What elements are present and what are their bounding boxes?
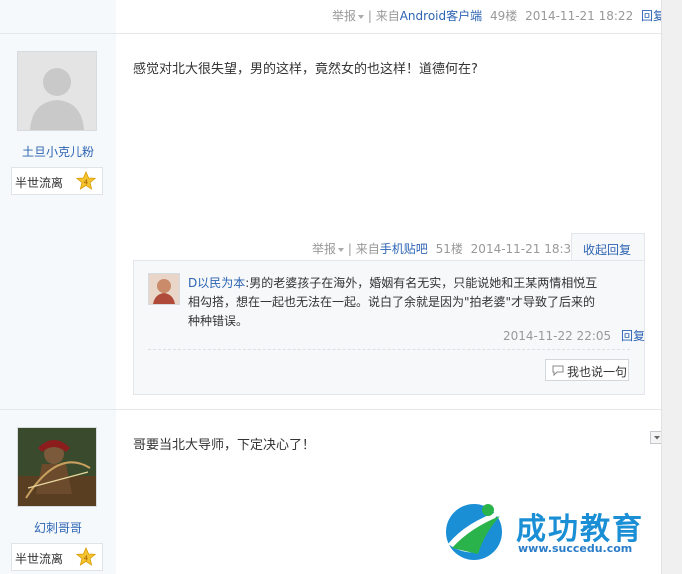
watermark-logo: 成功教育 www.succedu.com <box>440 496 655 564</box>
comment-divider <box>148 349 630 350</box>
source-link[interactable]: 手机贴吧 <box>380 242 428 256</box>
level-title: 半世流离 <box>15 176 64 190</box>
post-content: 感觉对北大很失望，男的这样，竟然女的也这样！道德何在? <box>133 62 478 77</box>
say-something-button[interactable]: 我也说一句 <box>545 359 629 381</box>
post-meta-49: 举报 | 来自Android客户端 49楼 2014-11-21 18:22 回… <box>332 9 666 23</box>
svg-text:4: 4 <box>84 179 89 187</box>
comment-username[interactable]: D以民为本 <box>188 276 245 290</box>
thread-page: 举报 | 来自Android客户端 49楼 2014-11-21 18:22 回… <box>0 0 666 574</box>
floor-number: 49楼 <box>489 9 518 23</box>
level-title: 半世流离 <box>15 552 64 566</box>
report-link[interactable]: 举报 <box>312 242 345 256</box>
game-character-avatar-icon <box>18 428 96 506</box>
level-badge[interactable]: 半世流离 4 <box>11 543 103 571</box>
level-star-icon: 4 <box>76 547 96 566</box>
floor-number: 51楼 <box>435 242 463 256</box>
comment-reply-link[interactable]: 回复 <box>621 329 645 343</box>
comment-time: 2014-11-22 22:05 <box>503 329 612 343</box>
username[interactable]: 土旦小克儿粉 <box>0 143 116 160</box>
post-left-column <box>0 0 116 33</box>
post-time: 2014-11-21 18:22 <box>525 9 634 23</box>
svg-text:4: 4 <box>84 555 89 563</box>
source-link[interactable]: Android客户端 <box>400 9 482 23</box>
watermark-url: www.succedu.com <box>518 542 633 555</box>
avatar[interactable] <box>17 427 97 507</box>
caret-down-icon <box>338 247 345 252</box>
comment-text: 男的老婆孩子在海外，婚姻有名无实，只能说她和王某两情相悦互 <box>249 276 598 290</box>
comment-text-block: D以民为本:男的老婆孩子在海外，婚姻有名无实，只能说她和王某两情相悦互 相勾搭，… <box>188 274 638 331</box>
collapse-reply-tab[interactable]: 收起回复 <box>571 233 645 262</box>
post-content: 哥要当北大导师，下定决心了！ <box>133 438 316 453</box>
comment-text: 相勾搭，想在一起也无法在一起。说白了余就是因为"拍老婆"才导致了后来的 <box>188 295 596 309</box>
comment-meta: 2014-11-22 22:05 回复 <box>503 327 645 344</box>
post-meta-51: 举报 | 来自手机贴吧 51楼 2014-11-21 18:33 <box>312 242 579 256</box>
vertical-scrollbar[interactable] <box>661 0 682 574</box>
user-photo-icon <box>149 274 179 304</box>
comment-avatar[interactable] <box>148 273 180 305</box>
level-star-icon: 4 <box>76 171 96 190</box>
default-avatar-icon <box>18 52 96 130</box>
comment-box: D以民为本:男的老婆孩子在海外，婚姻有名无实，只能说她和王某两情相悦互 相勾搭，… <box>133 260 645 395</box>
report-link[interactable]: 举报 <box>332 9 365 23</box>
avatar[interactable] <box>17 51 97 131</box>
comment-bubble-icon <box>552 365 564 376</box>
caret-down-icon <box>358 14 365 19</box>
brand-logo-icon <box>446 504 502 560</box>
username[interactable]: 幻刺哥哥 <box>0 519 116 536</box>
post-time: 2014-11-21 18:33 <box>470 242 579 256</box>
level-badge[interactable]: 半世流离 4 <box>11 167 103 195</box>
